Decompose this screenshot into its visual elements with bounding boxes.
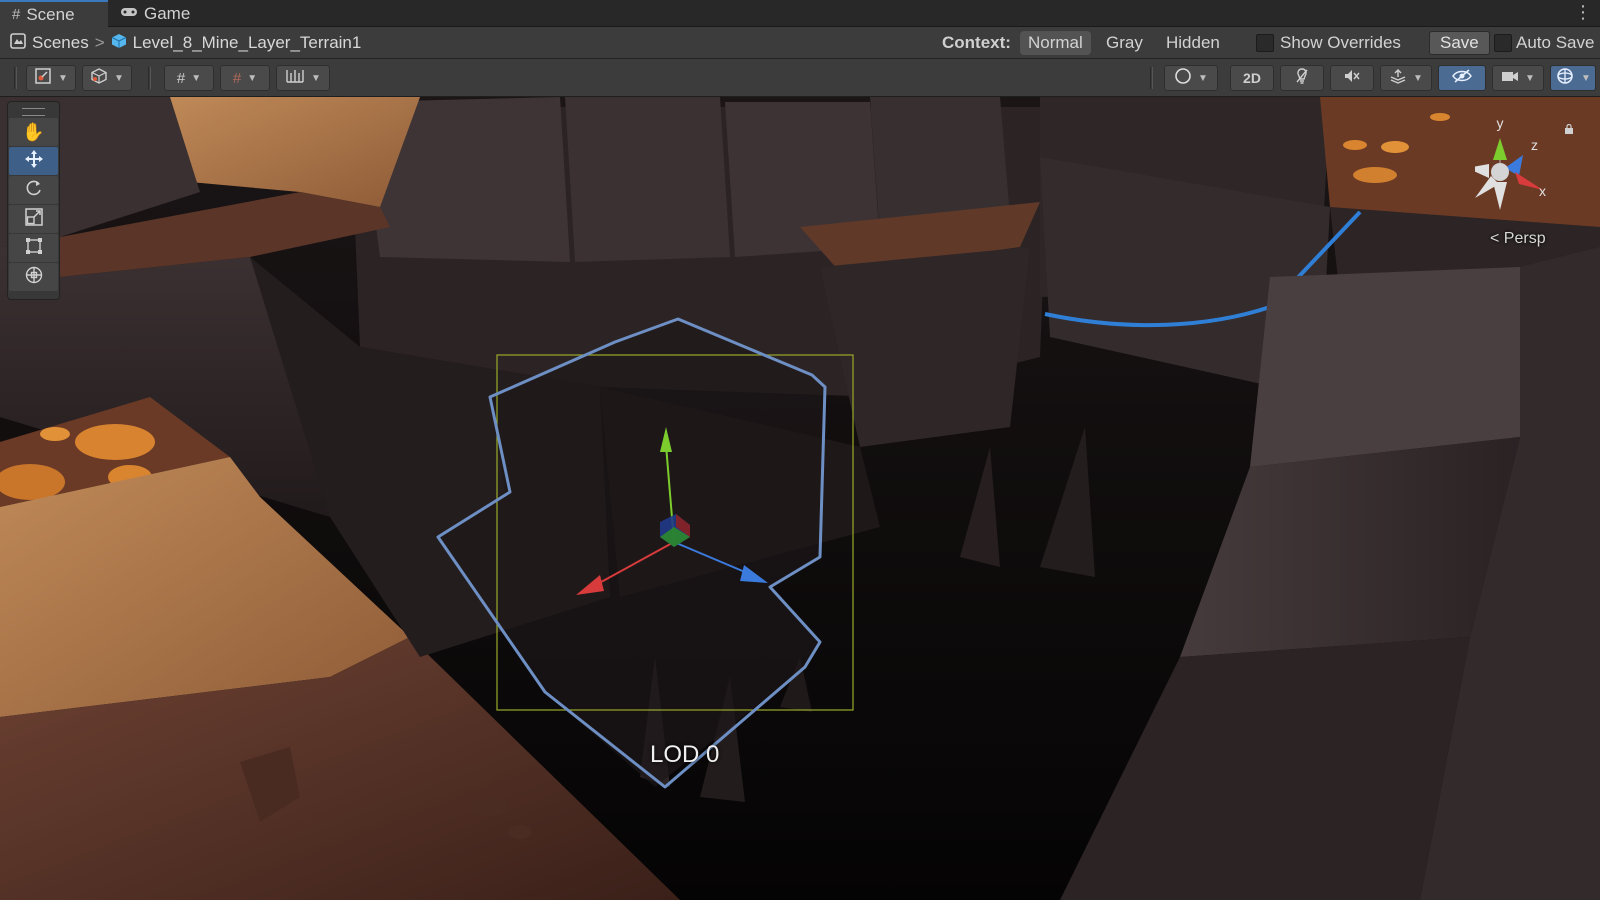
toolbar-grip[interactable] [14,67,17,89]
context-label: Context: [942,33,1011,52]
breadcrumb-separator: > [94,33,105,52]
tab-scene-label: Scene [26,4,75,24]
grid-snapping-button[interactable]: # ▼ [220,65,270,91]
draw-mode-button[interactable]: ▼ [1164,65,1218,91]
breadcrumb: Scenes > Level_8_Mine_Layer_Terrain1 [10,27,361,59]
chevron-down-icon: ▼ [58,72,68,84]
gizmos-button[interactable]: ▼ [1550,65,1596,91]
chevron-down-icon: ▼ [1581,72,1591,84]
lod-label: LOD 0 [650,741,720,768]
tools-palette: ✋ [7,101,60,300]
save-button[interactable]: Save [1429,31,1490,55]
effects-button[interactable]: ▼ [1380,65,1432,91]
tab-bar: # Scene Game ⋮ [0,0,1600,27]
hand-tool-button[interactable]: ✋ [9,118,58,146]
hash-icon: # [12,6,21,23]
scene-visibility-button[interactable] [1438,65,1486,91]
scene-render [0,97,1600,900]
axis-label-z: z [1531,137,1538,153]
transform-tool-button[interactable] [9,263,58,291]
auto-save-label: Auto Save [1516,33,1595,52]
context-option-gray[interactable]: Gray [1098,31,1151,55]
context-option-hidden[interactable]: Hidden [1158,31,1228,55]
hidden-eye-icon [1451,68,1473,88]
axis-label-x: x [1539,183,1546,199]
ruler-icon [285,68,305,88]
projection-label: Persp [1503,230,1546,247]
global-cube-icon [90,67,108,89]
rotate-tool-button[interactable] [9,176,58,204]
layers-effects-icon [1389,68,1407,88]
gamepad-icon [120,5,138,22]
more-options-icon[interactable]: ⋮ [1574,2,1592,22]
chevron-down-icon: ▼ [247,72,258,84]
rotate-icon [24,178,44,203]
tab-scene[interactable]: # Scene [0,0,108,27]
auto-save-checkbox[interactable] [1494,34,1512,52]
tab-game[interactable]: Game [108,0,208,27]
chevron-down-icon: ▼ [1198,72,1208,84]
scale-tool-button[interactable] [9,205,58,233]
prefab-icon [111,33,127,54]
chevron-left-icon: < [1490,230,1500,247]
palette-handle[interactable] [22,108,45,116]
axis-label-y: y [1497,115,1504,131]
toggle-2d-button[interactable]: 2D [1230,65,1274,91]
toggle-lighting-button[interactable] [1280,65,1324,91]
camera-icon [1501,69,1519,87]
context-option-normal[interactable]: Normal [1020,31,1091,55]
breadcrumb-bar: Scenes > Level_8_Mine_Layer_Terrain1 Con… [0,27,1600,59]
tool-handle-position-button[interactable]: ▼ [26,65,76,91]
pivot-icon [34,67,52,89]
rect-transform-icon [24,236,44,261]
scenes-icon [10,32,26,54]
transform-icon [24,265,44,290]
hand-icon: ✋ [22,121,45,142]
increment-snap-button[interactable]: ▼ [276,65,330,91]
camera-settings-button[interactable]: ▼ [1492,65,1544,91]
scene-toolbar: ▼ ▼ # ▼ # ▼ ▼ ▼ 2D ▼ ▼ ▼ [0,59,1600,97]
axis-cone-y[interactable] [1493,138,1507,160]
projection-toggle[interactable]: < Persp [1490,230,1546,248]
toggle-audio-button[interactable] [1330,65,1374,91]
chevron-down-icon: ▼ [1413,72,1423,84]
breadcrumb-current[interactable]: Level_8_Mine_Layer_Terrain1 [133,33,362,53]
gizmo-globe-icon [1555,66,1575,90]
show-overrides-checkbox[interactable] [1256,34,1274,52]
grid-snap-icon: # [232,69,242,87]
tab-game-label: Game [144,3,191,23]
move-tool-button[interactable] [9,147,58,175]
lightbulb-icon [1294,67,1310,89]
grid-visibility-button[interactable]: # ▼ [164,65,214,91]
toolbar-grip[interactable] [1150,67,1153,89]
move-arrows-icon [24,149,44,174]
chevron-down-icon: ▼ [114,72,124,84]
tool-handle-rotation-button[interactable]: ▼ [82,65,132,91]
shading-sphere-icon [1174,67,1192,89]
chevron-down-icon: ▼ [1525,72,1535,84]
toolbar-grip[interactable] [148,67,151,89]
lock-icon[interactable] [1564,121,1574,134]
scene-viewport[interactable]: LOD 0 [0,97,1600,900]
breadcrumb-root[interactable]: Scenes [32,33,89,53]
chevron-down-icon: ▼ [191,72,202,84]
rect-tool-button[interactable] [9,234,58,262]
audio-muted-icon [1343,68,1361,88]
chevron-down-icon: ▼ [311,72,321,84]
scale-icon [24,207,44,232]
show-overrides-label: Show Overrides [1280,33,1401,52]
grid-icon: # [176,69,186,87]
